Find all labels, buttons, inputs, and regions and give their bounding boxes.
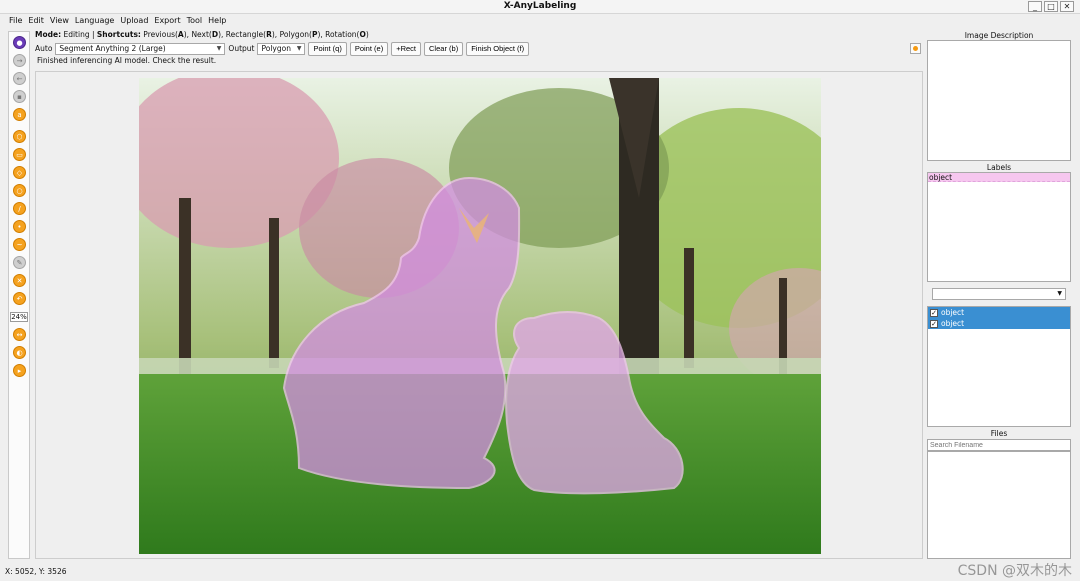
photo[interactable] <box>139 78 821 554</box>
save-icon[interactable]: ▪ <box>13 90 26 103</box>
image-description-box[interactable] <box>927 40 1071 161</box>
close-button[interactable]: ✕ <box>1060 1 1074 12</box>
shortcut-rotation: Rotation(O) <box>325 30 369 39</box>
menu-file[interactable]: File <box>6 14 25 27</box>
prev-icon[interactable]: ← <box>13 72 26 85</box>
output-label: Output <box>228 44 255 53</box>
window-title: X-AnyLabeling <box>503 1 577 11</box>
menu-view[interactable]: View <box>47 14 72 27</box>
watermark: CSDN @双木的木 <box>957 563 1072 579</box>
label-filter-select[interactable]: ▼ <box>932 288 1066 300</box>
files-title: Files <box>990 429 1008 438</box>
title-bar: X-AnyLabeling _ □ ✕ <box>0 0 1080 14</box>
mode-value: Editing <box>63 30 90 39</box>
circle-icon[interactable]: ○ <box>13 184 26 197</box>
zoom-level[interactable]: 24% <box>10 312 28 322</box>
menu-edit[interactable]: Edit <box>25 14 47 27</box>
shortcut-previous: Previous(A), <box>143 30 192 39</box>
shortcuts-label: Shortcuts: <box>96 30 141 39</box>
clear-button[interactable]: Clear (b) <box>424 41 464 56</box>
mode-separator: | <box>89 30 97 39</box>
rectangle-icon[interactable]: ▭ <box>13 148 26 161</box>
polygon-icon[interactable]: ⬡ <box>13 130 26 143</box>
image-canvas[interactable] <box>35 71 923 559</box>
photo-svg <box>139 78 821 554</box>
point-q-button[interactable]: Point (q) <box>308 41 347 56</box>
next-icon[interactable]: → <box>13 54 26 67</box>
menu-help[interactable]: Help <box>205 14 229 27</box>
menu-bar: File Edit View Language Upload Export To… <box>0 14 1080 27</box>
checkbox-icon[interactable]: ✓ <box>930 319 938 328</box>
rotation-icon[interactable]: ◇ <box>13 166 26 179</box>
shape-item[interactable]: ✓ object <box>928 318 1070 329</box>
chevron-down-icon: ▼ <box>1057 290 1062 297</box>
shortcut-polygon: Polygon(P), <box>279 30 326 39</box>
menu-language[interactable]: Language <box>72 14 117 27</box>
left-toolbar: ● → ← ▪ a ⬡ ▭ ◇ ○ / • ~ ✎ ✕ ↶ 24% ↔ ◐ ▸ <box>8 31 30 559</box>
ai-icon[interactable]: a <box>13 108 26 121</box>
record-icon[interactable] <box>910 43 921 54</box>
chevron-down-icon: ▼ <box>296 44 302 52</box>
point-icon[interactable]: • <box>13 220 26 233</box>
auto-label: Auto <box>35 44 53 53</box>
files-list[interactable] <box>927 451 1071 559</box>
checkbox-icon[interactable]: ✓ <box>930 308 938 317</box>
menu-export[interactable]: Export <box>151 14 183 27</box>
output-select[interactable]: Polygon ▼ <box>257 42 306 55</box>
shortcut-rectangle: Rectangle(R), <box>225 30 280 39</box>
linestrip-icon[interactable]: ~ <box>13 238 26 251</box>
line-icon[interactable]: / <box>13 202 26 215</box>
mode-label: Mode: <box>35 30 62 39</box>
model-select[interactable]: Segment Anything 2 (Large) ▼ <box>55 42 226 55</box>
fit-width-icon[interactable]: ↔ <box>13 328 26 341</box>
shortcut-next: Next(D), <box>191 30 226 39</box>
point-e-button[interactable]: Point (e) <box>349 41 389 56</box>
shapes-list[interactable]: ✓ object ✓ object <box>927 306 1071 427</box>
cursor-coordinates: X: 5052, Y: 3526 <box>5 567 67 576</box>
brightness-icon[interactable]: ◐ <box>13 346 26 359</box>
search-filename-input[interactable] <box>927 439 1071 451</box>
run-icon[interactable]: ▸ <box>13 364 26 377</box>
finish-object-button[interactable]: Finish Object (f) <box>466 41 530 56</box>
edit-icon[interactable]: ✎ <box>13 256 26 269</box>
menu-tool[interactable]: Tool <box>184 14 206 27</box>
labels-title: Labels <box>986 163 1012 172</box>
ai-controls-row: Auto Segment Anything 2 (Large) ▼ Output … <box>35 41 530 56</box>
delete-icon[interactable]: ✕ <box>13 274 26 287</box>
inference-status: Finished inferencing AI model. Check the… <box>37 56 217 65</box>
label-item-object[interactable]: object <box>928 173 1070 182</box>
menu-upload[interactable]: Upload <box>117 14 151 27</box>
maximize-button[interactable]: □ <box>1044 1 1058 12</box>
undo-icon[interactable]: ↶ <box>13 292 26 305</box>
shape-item[interactable]: ✓ object <box>928 307 1070 318</box>
image-description-title: Image Description <box>964 31 1034 40</box>
minimize-button[interactable]: _ <box>1028 1 1042 12</box>
open-icon[interactable]: ● <box>13 36 26 49</box>
status-bar: X: 5052, Y: 3526 CSDN @双木的木 <box>0 563 1080 581</box>
labels-list[interactable]: object <box>927 172 1071 282</box>
add-rect-button[interactable]: +Rect <box>391 41 422 56</box>
chevron-down-icon: ▼ <box>216 44 222 52</box>
